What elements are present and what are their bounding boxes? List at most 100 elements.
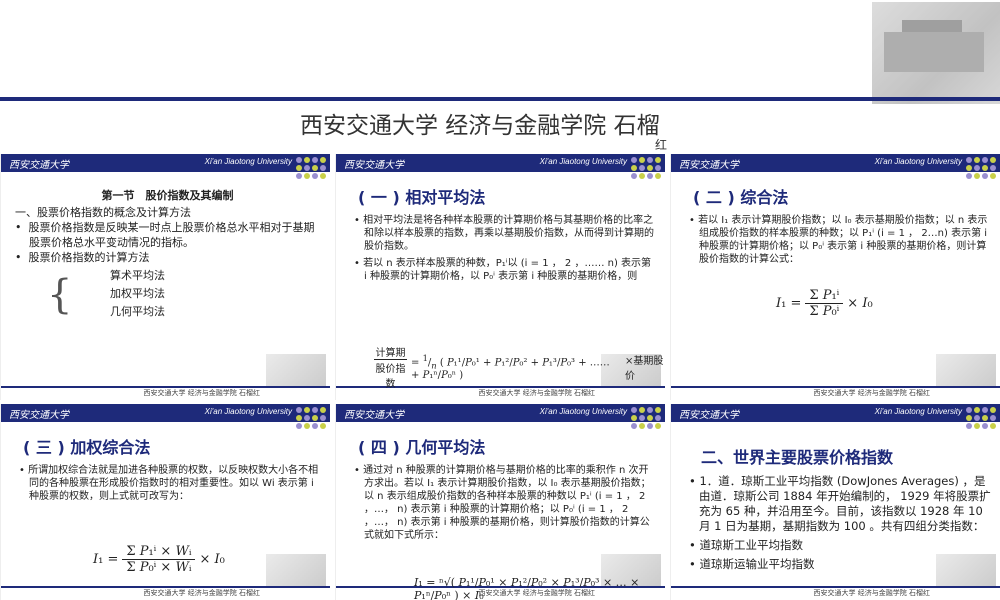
dot: [304, 415, 310, 421]
dot: [631, 407, 637, 413]
banner-rule: [0, 97, 1000, 101]
footer-text-main: 西安交通大学 经济与金融学院 石榴: [478, 389, 588, 397]
brace-icon: {: [47, 272, 73, 318]
dot: [966, 407, 972, 413]
dot: [974, 407, 980, 413]
slide4-bullet1: • 所谓加权综合法就是加进各种股票的权数，以反映权数大小各不相同的各种股票在形成…: [19, 465, 319, 502]
dot: [990, 423, 996, 429]
dot: [631, 165, 637, 171]
relative-average-formula: 计算期 股价指数 = 1/n ( P₁¹/P₀¹ + P₁²/P₀² + P₁³…: [374, 344, 665, 390]
slide-header: 西安交通大学 Xi'an Jiaotong University: [671, 154, 1000, 179]
dot: [974, 165, 980, 171]
slide-header: 西安交通大学 Xi'an Jiaotong University: [671, 404, 1000, 429]
slide5-title: ( 四 ) 几何平均法: [358, 438, 486, 457]
university-en: Xi'an Jiaotong University: [204, 407, 292, 416]
footer-text-main: 西安交通大学 经济与金融学院 石榴: [143, 589, 253, 597]
formula-lhs-bottom: 股价指数: [375, 364, 406, 390]
slide-thumbnail-1[interactable]: 西安交通大学 Xi'an Jiaotong University 西安交通大学 经济…: [0, 154, 330, 400]
slide-header: 西安交通大学 Xi'an Jiaotong University: [1, 404, 330, 429]
dot: [296, 165, 302, 171]
footer-text-tail: 红: [923, 389, 930, 397]
slide6-bullet2-text: 道琼斯工业平均指数: [699, 538, 803, 552]
dot: [974, 157, 980, 163]
university-logo-text: 西安交通大学: [344, 410, 404, 421]
dot: [631, 423, 637, 429]
slide5-bullet1: • 通过对 n 种股票的计算期价格与基期价格的比率的乘积作 n 次开方求出。若以…: [354, 465, 651, 541]
dot: [655, 157, 661, 163]
slide2-title: ( 一 ) 相对平均法: [358, 188, 486, 207]
dot: [320, 173, 326, 179]
dot: [304, 423, 310, 429]
university-logo-text: 西安交通大学: [679, 160, 739, 171]
slide5-body: • 通过对 n 种股票的计算期价格与基期价格的比率的乘积作 n 次开方求出。若以…: [354, 464, 654, 546]
slide-header: 西安交通大学 Xi'an Jiaotong University: [336, 404, 665, 429]
formula-rhs: ×基期股价: [625, 356, 664, 382]
dot: [312, 173, 318, 179]
slide6-bullet3-text: 道琼斯运输业平均指数: [699, 557, 815, 571]
slide1-bullet2-text: 股票价格指数的计算方法: [28, 251, 150, 264]
dot: [312, 157, 318, 163]
campus-photo: [872, 2, 1000, 104]
dot: [320, 157, 326, 163]
dot: [982, 157, 988, 163]
dot: [647, 423, 653, 429]
slide1-bullet1: • 股票价格指数是反映某一时点上股票价格总水平相对于基期股票价格总水平变动情况的…: [15, 221, 315, 249]
slide4-body: • 所谓加权综合法就是加进各种股票的权数，以反映权数大小各不相同的各种股票在形成…: [19, 464, 319, 507]
dot: [982, 165, 988, 171]
slide2-bullet1-text: 相对平均法是将各种样本股票的计算期价格与其基期价格的比率之和除以样本股票的指数，…: [363, 215, 654, 252]
footer-text-tail: 红: [253, 389, 260, 397]
dot: [320, 415, 326, 421]
slide3-bullet1-text: 若以 I₁ 表示计算期股价指数；以 I₀ 表示基期股价指数；以 n 表示组成股价…: [698, 215, 988, 265]
university-logo-text: 西安交通大学: [9, 160, 69, 171]
banner-title-tail: 红: [655, 138, 668, 152]
dot: [655, 173, 661, 179]
geometric-formula: I₁ = ⁿ√( P₁¹/P₀¹ × P₁²/P₀² × P₁³/P₀³ × ……: [414, 576, 640, 600]
footer-text-main: 西安交通大学 经济与金融学院 石榴: [143, 389, 253, 397]
footer-text-main: 西安交通大学 经济与金融学院 石榴: [813, 389, 923, 397]
slide6-body: • 1．道．琼斯工业平均指数 (DowJones Averages) ，是由道．…: [689, 474, 994, 576]
dot: [990, 415, 996, 421]
dot: [982, 173, 988, 179]
slide-thumbnail-2[interactable]: 西安交通大学 Xi'an Jiaotong University 西安交通大学 经济…: [335, 154, 665, 400]
dot: [631, 415, 637, 421]
slide2-bullet2-text: 若以 n 表示样本股票的种数，P₁ⁱ以 (i = 1 ， 2 ，…… n) 表示…: [363, 258, 652, 282]
footer-text-main: 西安交通大学 经济与金融学院 石榴: [813, 589, 923, 597]
dot: [990, 157, 996, 163]
slide4-bullet1-text: 所谓加权综合法就是加进各种股票的权数，以反映权数大小各不相同的各种股票在形成股价…: [28, 465, 319, 502]
dot: [974, 173, 980, 179]
dot: [647, 407, 653, 413]
dot: [296, 157, 302, 163]
slide-thumbnail-5[interactable]: 西安交通大学 Xi'an Jiaotong University 西安交通大学 经济…: [335, 404, 665, 600]
dot: [639, 415, 645, 421]
dot: [296, 415, 302, 421]
dot: [304, 173, 310, 179]
dot: [647, 157, 653, 163]
dot: [966, 157, 972, 163]
slide2-bullet2: • 若以 n 表示样本股票的种数，P₁ⁱ以 (i = 1 ， 2 ，…… n) …: [354, 258, 652, 282]
dot: [655, 407, 661, 413]
dot: [982, 415, 988, 421]
dot: [990, 173, 996, 179]
slide1-bullet1-text: 股票价格指数是反映某一时点上股票价格总水平相对于基期股票价格总水平变动情况的指标…: [28, 221, 315, 249]
footer-text-tail: 红: [253, 589, 260, 597]
slide3-bullet1: • 若以 I₁ 表示计算期股价指数；以 I₀ 表示基期股价指数；以 n 表示组成…: [689, 215, 988, 265]
dot: [974, 415, 980, 421]
footer-text-tail: 红: [588, 389, 595, 397]
dot: [639, 157, 645, 163]
footer-campus-image: [936, 354, 996, 386]
dot: [647, 173, 653, 179]
dot: [631, 173, 637, 179]
slide6-bullet3: • 道琼斯运输业平均指数: [689, 557, 815, 571]
slide5-bullet1-text: 通过对 n 种股票的计算期价格与基期价格的比率的乘积作 n 次开方求出。若以 I…: [363, 465, 651, 541]
dot: [647, 415, 653, 421]
slide-thumbnail-3[interactable]: 西安交通大学 Xi'an Jiaotong University 西安交通大学 经济…: [670, 154, 1000, 400]
dot: [631, 157, 637, 163]
university-en: Xi'an Jiaotong University: [204, 157, 292, 166]
dot-grid-icon: [296, 157, 326, 179]
university-logo-text: 西安交通大学: [679, 410, 739, 421]
slide6-bullet2: • 道琼斯工业平均指数: [689, 538, 803, 552]
dot: [296, 423, 302, 429]
slide-thumbnail-4[interactable]: 西安交通大学 Xi'an Jiaotong University 西安交通大学 经济…: [0, 404, 330, 600]
slide-thumbnail-6[interactable]: 西安交通大学 Xi'an Jiaotong University 西安交通大学 经济…: [670, 404, 1000, 600]
dot: [304, 407, 310, 413]
